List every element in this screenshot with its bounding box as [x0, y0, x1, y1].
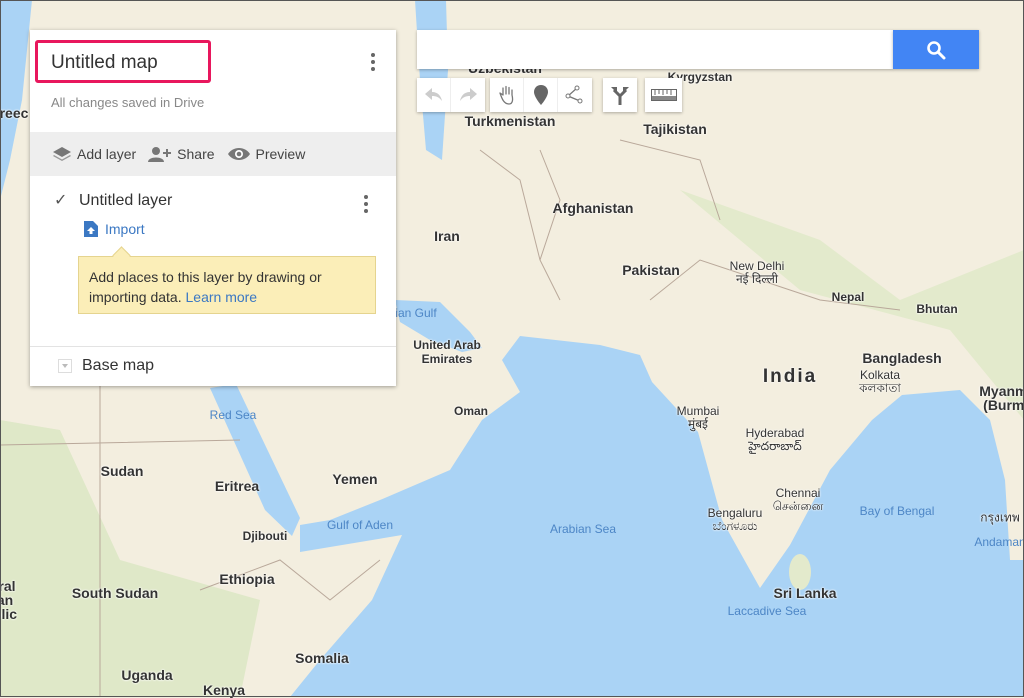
add-marker-button[interactable]: [524, 78, 558, 112]
import-label: Import: [105, 221, 145, 237]
draw-line-icon: [565, 85, 583, 104]
map-label: Mumbai मुंबई: [676, 404, 720, 431]
learn-more-link[interactable]: Learn more: [186, 289, 258, 305]
import-link[interactable]: Import: [84, 221, 145, 237]
hand-icon: [498, 85, 513, 105]
map-label: Pakistan: [622, 262, 680, 278]
map-label: Iralanolic: [0, 578, 18, 622]
preview-label: Preview: [255, 146, 306, 162]
map-options-menu-icon[interactable]: [370, 53, 376, 71]
map-label: Yemen: [332, 471, 378, 487]
drawing-tools: [490, 78, 592, 112]
share-label: Share: [177, 146, 215, 162]
map-label: Bangladesh: [862, 350, 942, 366]
map-label: Uganda: [121, 667, 173, 683]
search-input[interactable]: [417, 30, 893, 69]
layer-hint-tooltip: Add places to this layer by drawing or i…: [78, 256, 376, 314]
map-label: Sri Lanka: [773, 585, 837, 601]
map-label: Somalia: [295, 650, 349, 666]
layers-icon: [53, 147, 71, 161]
layer-name[interactable]: Untitled layer: [79, 192, 172, 210]
divider: [30, 346, 396, 347]
add-directions-button[interactable]: [603, 78, 637, 112]
map-label: Nepal: [831, 290, 865, 304]
map-label: Red Sea: [209, 408, 257, 422]
history-tools: [417, 78, 485, 112]
add-layer-button[interactable]: Add layer: [52, 145, 136, 163]
map-label: Tajikistan: [643, 121, 707, 137]
layer-options-menu-icon[interactable]: [363, 195, 369, 213]
map-label: Gulf of Aden: [326, 518, 394, 532]
map-label: India: [762, 366, 818, 387]
map-label: Bhutan: [916, 302, 958, 316]
redo-button[interactable]: [451, 78, 485, 112]
directions-tools: [603, 78, 637, 112]
base-map-toggle[interactable]: Base map: [58, 357, 154, 375]
map-label: Afghanistan: [552, 200, 634, 216]
map-label: Sudan: [100, 463, 144, 479]
select-hand-button[interactable]: [490, 78, 524, 112]
map-label: กรุงเทพ: [980, 510, 1020, 525]
save-status: All changes saved in Drive: [51, 95, 205, 110]
directions-icon: [611, 87, 629, 105]
map-label: Arabian Sea: [549, 522, 617, 536]
draw-line-button[interactable]: [558, 78, 592, 112]
map-label: Myanmar(Burma): [979, 383, 1024, 413]
measure-distance-button[interactable]: [645, 78, 682, 112]
marker-icon: [533, 85, 548, 105]
preview-button[interactable]: Preview: [227, 146, 306, 162]
map-label: Chennai சென்னை: [772, 486, 824, 513]
map-label: Iran: [434, 228, 460, 244]
expand-triangle-icon: [58, 359, 72, 373]
map-label: Eritrea: [214, 478, 260, 494]
map-label: Bengaluru ಬೆಂಗಳೂರು: [707, 506, 763, 533]
map-label: Turkmenistan: [464, 113, 556, 129]
map-title[interactable]: Untitled map: [51, 52, 158, 74]
share-button[interactable]: Share: [148, 146, 215, 162]
map-label: Andaman: [974, 535, 1024, 549]
map-label: reec: [0, 105, 29, 121]
map-label: Djibouti: [242, 529, 288, 543]
map-label: New Delhi नई दिल्ली: [729, 259, 785, 286]
map-label: Ethiopia: [219, 571, 275, 587]
map-label: Bay of Bengal: [859, 504, 935, 518]
map-label: Hyderabad హైదరాబాద్: [745, 426, 805, 453]
base-map-label: Base map: [82, 357, 155, 374]
redo-icon: [460, 88, 477, 101]
undo-icon: [424, 88, 442, 101]
add-layer-label: Add layer: [77, 146, 137, 162]
measure-tools: [645, 78, 682, 112]
map-label: sian Gulf: [389, 306, 437, 320]
map-label: South Sudan: [71, 585, 159, 601]
search-icon: [927, 40, 946, 59]
layer-visibility-checkbox[interactable]: ✓: [54, 193, 70, 209]
layer-row: ✓ Untitled layer: [54, 192, 172, 210]
file-upload-icon: [84, 221, 98, 237]
map-label: United Arab Emirates: [413, 338, 481, 366]
map-label: Oman: [453, 404, 489, 418]
panel-actions: Add layer Share Preview: [30, 132, 396, 176]
eye-icon: [227, 148, 250, 160]
add-person-icon: [148, 147, 172, 162]
undo-button[interactable]: [417, 78, 451, 112]
search-button[interactable]: [893, 30, 979, 69]
ruler-icon: [650, 89, 677, 101]
map-label: Laccadive Sea: [727, 604, 807, 618]
map-panel: Untitled map All changes saved in Drive …: [30, 30, 396, 386]
map-label: Kolkata কলকাতা: [859, 368, 901, 395]
map-label: Kenya: [202, 682, 246, 698]
